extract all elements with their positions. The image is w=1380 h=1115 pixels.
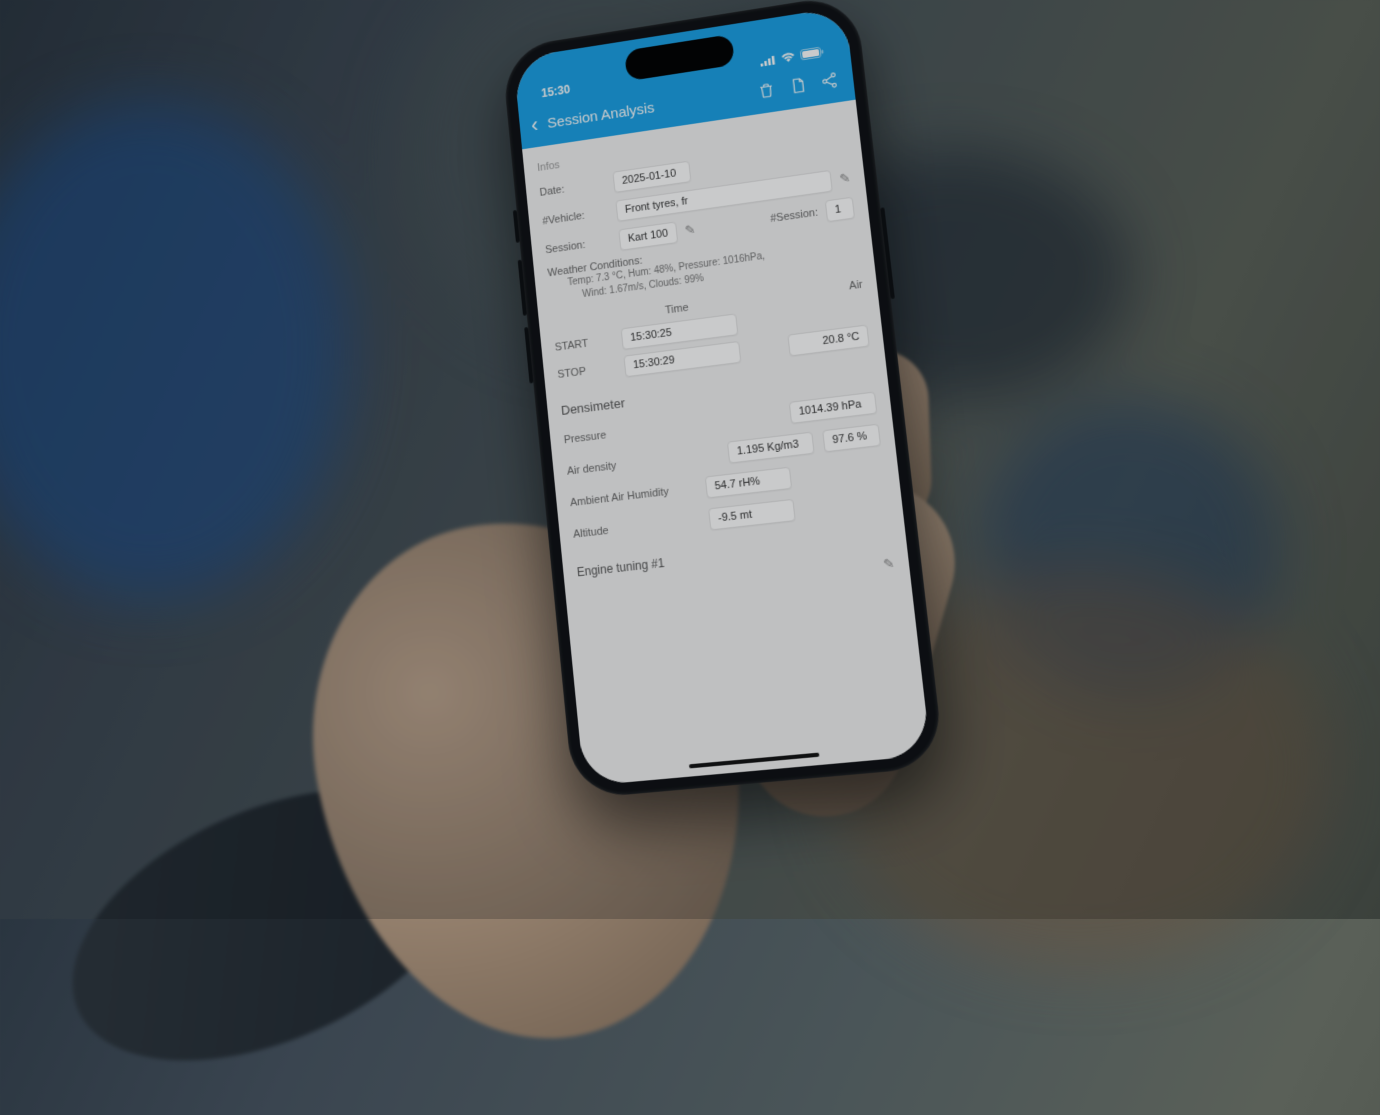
content[interactable]: Infos Date: 2025-01-10 #Vehicle: Front t… (522, 100, 931, 786)
session-num-field[interactable]: 1 (825, 197, 855, 223)
date-label: Date: (539, 178, 606, 199)
session-num-label: #Session: (770, 207, 819, 225)
session-label: Session: (545, 235, 613, 256)
engine-tuning-title: Engine tuning #1 (576, 556, 665, 579)
session-field[interactable]: Kart 100 (618, 221, 678, 250)
start-label: START (554, 335, 612, 354)
wifi-icon (780, 51, 796, 64)
density-label: Air density (567, 451, 694, 478)
cellular-signal-icon (760, 54, 777, 66)
stop-label: STOP (557, 362, 615, 381)
humidity-field[interactable]: 54.7 rH% (705, 467, 792, 499)
altitude-field[interactable]: -9.5 mt (708, 499, 796, 531)
pressure-label: Pressure (563, 419, 690, 446)
vehicle-label: #Vehicle: (542, 207, 609, 228)
edit-engine-icon[interactable]: ✎ (882, 555, 895, 573)
share-button[interactable] (816, 67, 842, 94)
document-button[interactable] (785, 72, 811, 99)
density-pct-field[interactable]: 97.6 % (822, 424, 881, 453)
delete-button[interactable] (753, 77, 779, 104)
humidity-label: Ambient Air Humidity (570, 483, 697, 509)
pressure-field[interactable]: 1014.39 hPa (789, 391, 878, 423)
density-field[interactable]: 1.195 Kg/m3 (727, 432, 815, 464)
date-field[interactable]: 2025-01-10 (612, 161, 691, 193)
edit-vehicle-icon[interactable]: ✎ (839, 170, 852, 187)
edit-session-icon[interactable]: ✎ (684, 222, 696, 239)
altitude-label: Altitude (573, 515, 700, 541)
air-temp-field[interactable]: 20.8 °C (787, 324, 869, 356)
phone-side-button (880, 207, 895, 299)
phone: 15:30 ‹ (501, 0, 945, 799)
air-header: Air (744, 279, 863, 306)
back-button[interactable]: ‹ (530, 114, 539, 136)
